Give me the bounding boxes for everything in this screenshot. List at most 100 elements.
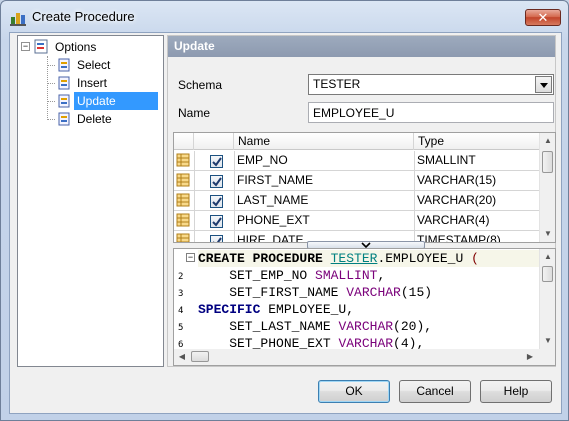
tree-item-label: Delete xyxy=(77,112,112,126)
close-button[interactable]: ✕ xyxy=(525,9,561,26)
checkmark-icon xyxy=(213,237,222,242)
window-title: Create Procedure xyxy=(32,9,135,24)
schema-dropdown-button[interactable] xyxy=(535,76,552,93)
code-text: , xyxy=(377,268,386,283)
procedure-name-input[interactable] xyxy=(308,102,554,123)
line-number: 5 xyxy=(178,323,184,333)
field-name: LAST_NAME xyxy=(237,193,309,207)
code-line: SET_LAST_NAME VARCHAR(20), xyxy=(198,318,432,335)
scroll-right-icon[interactable]: ▶ xyxy=(522,349,538,365)
tree-item-options[interactable]: − Options xyxy=(18,38,158,56)
scroll-down-icon[interactable]: ▼ xyxy=(540,333,555,349)
table-row[interactable]: FIRST_NAME VARCHAR(15) xyxy=(174,171,547,191)
code-line: SET_FIRST_NAME VARCHAR(15) xyxy=(198,284,432,301)
query-icon xyxy=(58,76,70,90)
code-text: (20), xyxy=(393,319,433,334)
field-icon xyxy=(176,213,190,227)
code-keyword: CREATE PROCEDURE xyxy=(198,251,331,266)
create-procedure-window: Create Procedure ✕ − Options Select Inse… xyxy=(0,0,569,421)
tree-item-select[interactable]: Select xyxy=(18,56,158,74)
help-button[interactable]: Help xyxy=(480,380,552,403)
title-bar[interactable]: Create Procedure ✕ xyxy=(1,1,568,31)
include-checkbox[interactable] xyxy=(210,195,223,208)
editor-horizontal-scrollbar[interactable]: ◀ ▶ xyxy=(174,349,555,365)
table-row[interactable]: PHONE_EXT VARCHAR(4) xyxy=(174,211,547,231)
chevron-down-icon xyxy=(540,83,548,88)
procedure-icon xyxy=(10,13,26,26)
options-tree[interactable]: − Options Select Insert Update Delete xyxy=(17,35,164,367)
include-checkbox[interactable] xyxy=(210,155,223,168)
field-icon xyxy=(176,173,190,187)
grid-header-name[interactable]: Name xyxy=(234,133,414,150)
scroll-up-icon[interactable]: ▲ xyxy=(540,133,555,149)
tree-item-label: Options xyxy=(55,40,97,54)
line-number: 4 xyxy=(178,306,184,316)
scrollbar-thumb[interactable] xyxy=(191,351,209,362)
schema-value: TESTER xyxy=(313,77,361,91)
line-number: 3 xyxy=(178,289,184,299)
grid-vertical-scrollbar[interactable]: ▲ ▼ xyxy=(539,133,555,242)
query-icon xyxy=(58,94,70,108)
field-name: EMP_NO xyxy=(237,153,288,167)
cancel-button[interactable]: Cancel xyxy=(399,380,471,403)
scrollbar-thumb[interactable] xyxy=(542,266,553,282)
schema-link[interactable]: TESTER xyxy=(331,251,378,266)
grid-header-type[interactable]: Type xyxy=(414,133,547,150)
include-checkbox[interactable] xyxy=(210,215,223,228)
code-keyword: SPECIFIC xyxy=(198,302,261,317)
schema-select[interactable]: TESTER xyxy=(308,74,554,95)
checkmark-icon xyxy=(212,197,222,207)
code-text: EMPLOYEE_U, xyxy=(260,302,355,317)
dialog-client: − Options Select Insert Update Delete Up… xyxy=(9,32,562,414)
line-number: 2 xyxy=(178,272,184,282)
code-line: SET_EMP_NO SMALLINT, xyxy=(198,267,385,284)
tree-item-label: Update xyxy=(74,92,158,110)
close-icon: ✕ xyxy=(537,10,549,25)
checkmark-icon xyxy=(212,177,222,187)
checkmark-icon xyxy=(212,217,222,227)
code-type: VARCHAR xyxy=(346,285,401,300)
panel-title: Update xyxy=(168,36,555,57)
ok-button[interactable]: OK xyxy=(318,380,390,403)
tree-item-label: Select xyxy=(77,58,111,72)
scroll-down-icon[interactable]: ▼ xyxy=(540,226,555,242)
grid-header: Name Type xyxy=(174,133,547,150)
grid-header-check-col xyxy=(194,133,234,150)
scroll-left-icon[interactable]: ◀ xyxy=(174,349,190,365)
name-label: Name xyxy=(178,106,211,120)
fold-icon[interactable]: − xyxy=(186,253,195,262)
code-type: SMALLINT xyxy=(315,268,378,283)
field-type: VARCHAR(15) xyxy=(417,173,497,187)
query-icon xyxy=(58,112,70,126)
code-text: (15) xyxy=(400,285,433,300)
line-gutter: − 2 3 4 5 6 xyxy=(174,249,198,351)
tree-item-update[interactable]: Update xyxy=(18,92,158,110)
code-text: SET_EMP_NO xyxy=(198,268,316,283)
field-name: FIRST_NAME xyxy=(237,173,314,187)
tree-item-label: Insert xyxy=(77,76,108,90)
code-type: VARCHAR xyxy=(338,319,394,334)
query-icon xyxy=(58,58,70,72)
field-icon xyxy=(176,233,190,242)
include-checkbox[interactable] xyxy=(210,235,223,242)
table-row[interactable]: LAST_NAME VARCHAR(20) xyxy=(174,191,547,211)
scroll-up-icon[interactable]: ▲ xyxy=(540,249,555,265)
fields-grid[interactable]: Name Type EMP_NO SMALLINT FIRST_NAME VAR… xyxy=(173,132,556,243)
tree-item-insert[interactable]: Insert xyxy=(18,74,158,92)
schema-label: Schema xyxy=(178,78,223,92)
field-icon xyxy=(176,153,190,167)
sql-editor[interactable]: − 2 3 4 5 6 CREATE PROCEDURE TESTER.EMPL… xyxy=(173,248,556,366)
field-type: TIMESTAMP(8) xyxy=(417,233,501,243)
tree-item-delete[interactable]: Delete xyxy=(18,110,158,128)
include-checkbox[interactable] xyxy=(210,175,223,188)
code-line: CREATE PROCEDURE TESTER.EMPLOYEE_U ( xyxy=(198,250,541,267)
field-name: PHONE_EXT xyxy=(237,213,310,227)
field-type: SMALLINT xyxy=(417,153,476,167)
code-text: .EMPLOYEE_U xyxy=(377,251,472,266)
checkmark-icon xyxy=(212,157,222,167)
table-row[interactable]: EMP_NO SMALLINT xyxy=(174,151,547,171)
code-text: SET_LAST_NAME xyxy=(198,319,339,334)
collapse-icon[interactable]: − xyxy=(21,42,30,51)
scrollbar-thumb[interactable] xyxy=(542,151,553,173)
editor-vertical-scrollbar[interactable]: ▲ ▼ xyxy=(539,249,555,349)
